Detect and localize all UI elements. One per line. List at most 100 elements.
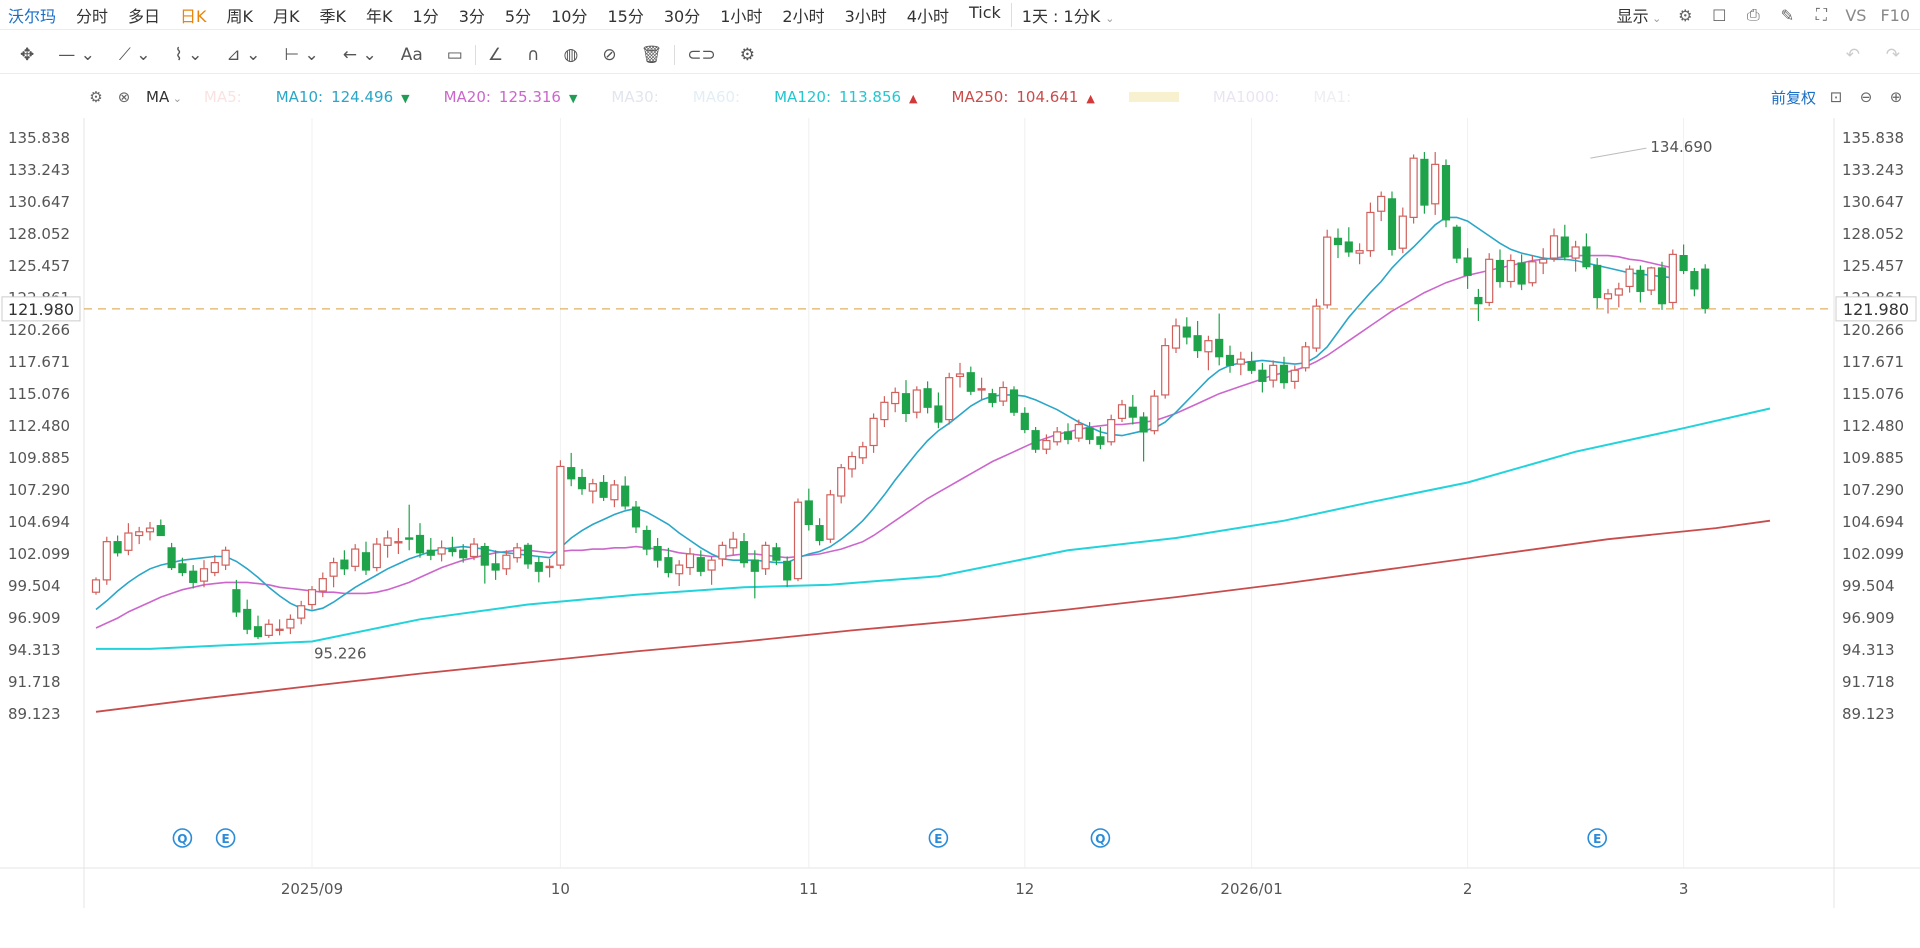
ma-item[interactable]: MA20: 125.316 ▼ bbox=[444, 88, 578, 106]
wave-tool-icon[interactable]: ⌇ ⌄ bbox=[162, 45, 214, 65]
close-icon[interactable]: ⊗ bbox=[114, 88, 134, 106]
ma-item[interactable]: MA30: bbox=[611, 88, 658, 106]
ma-item[interactable]: MA250: 104.641 ▲ bbox=[952, 88, 1095, 106]
candle bbox=[91, 577, 101, 595]
event-marker-letter: E bbox=[934, 832, 942, 846]
event-marker[interactable]: E bbox=[215, 828, 236, 848]
timeframe-tab[interactable]: 季K bbox=[310, 3, 357, 27]
candle bbox=[221, 546, 230, 571]
timeframe-tab[interactable]: Tick bbox=[959, 3, 1011, 27]
candle bbox=[577, 468, 587, 495]
fib-tool-icon[interactable]: ⊿ ⌄ bbox=[214, 45, 272, 65]
candle-body bbox=[361, 552, 371, 571]
event-marker[interactable]: Q bbox=[1090, 828, 1111, 848]
ma-item[interactable]: MA10: 124.496 ▼ bbox=[276, 88, 410, 106]
candle bbox=[253, 615, 263, 640]
x-tick-label: 12 bbox=[1015, 880, 1034, 898]
ma-selector[interactable]: MA ⌄ bbox=[146, 88, 182, 106]
candle-body bbox=[804, 500, 813, 526]
timeframe-tab[interactable]: 1小时 bbox=[710, 3, 772, 27]
timeframe-tab[interactable]: 年K bbox=[356, 3, 403, 27]
gear-icon[interactable]: ⚙ bbox=[1675, 6, 1695, 25]
timeframe-tab[interactable]: 月K bbox=[263, 3, 310, 27]
candle-body bbox=[1387, 198, 1397, 251]
candlestick-chart[interactable]: 135.838 135.838 133.243 133.243 130.647 130.6… bbox=[0, 118, 1920, 948]
angle-icon[interactable]: ∠ bbox=[474, 44, 515, 65]
stock-name[interactable]: 沃尔玛 bbox=[0, 3, 66, 27]
candle bbox=[437, 540, 446, 562]
timeframe-tab[interactable]: 周K bbox=[217, 3, 264, 27]
range-selector[interactable]: 1天 : 1分K ⌄ bbox=[1010, 2, 1125, 27]
zoom-in-icon[interactable]: ⊕ bbox=[1886, 88, 1906, 106]
lock-icon[interactable]: ◍ bbox=[552, 45, 591, 65]
candle bbox=[1485, 253, 1494, 307]
candle-body bbox=[988, 393, 997, 403]
timeframe-tab[interactable]: 5分 bbox=[495, 3, 541, 27]
hide-icon[interactable]: ⊘ bbox=[590, 45, 628, 65]
gear-icon[interactable]: ⚙ bbox=[86, 88, 106, 106]
redo-icon[interactable]: ↷ bbox=[1886, 45, 1900, 65]
adjust-mode-button[interactable]: 前复权 bbox=[1771, 87, 1816, 108]
f10-button[interactable]: F10 bbox=[1880, 6, 1910, 25]
candle-body bbox=[1495, 259, 1505, 283]
candle-body bbox=[739, 541, 749, 564]
comment-icon[interactable]: ▭ bbox=[435, 45, 475, 65]
timeframe-tab[interactable]: 3小时 bbox=[835, 3, 897, 27]
layout-icon[interactable]: ☐ bbox=[1709, 6, 1729, 25]
move-icon[interactable]: ✥ bbox=[0, 45, 46, 65]
settings-icon[interactable]: ⚙ bbox=[728, 45, 767, 65]
candle-body bbox=[610, 484, 619, 501]
candle bbox=[199, 560, 209, 588]
magnet-icon[interactable]: ∩ bbox=[515, 45, 551, 65]
ma-item[interactable]: MA120: 113.856 ▲ bbox=[774, 88, 917, 106]
link-icon[interactable]: ⊂⊃ bbox=[674, 44, 728, 65]
timeframe-tab[interactable]: 4小时 bbox=[897, 3, 959, 27]
timeframe-tab[interactable]: 1分 bbox=[403, 3, 449, 27]
timeframe-tab[interactable]: 日K bbox=[170, 3, 217, 27]
event-marker[interactable]: E bbox=[1587, 828, 1607, 848]
measure-tool-icon[interactable]: ⊢ ⌄ bbox=[272, 45, 330, 65]
timeframe-tab[interactable]: 10分 bbox=[541, 3, 597, 27]
display-label: 显示 bbox=[1616, 7, 1649, 26]
candle-body bbox=[124, 532, 133, 551]
collapse-icon[interactable]: ⊡ bbox=[1826, 88, 1846, 106]
timeframe-tab[interactable]: 多日 bbox=[118, 3, 170, 27]
event-marker[interactable]: E bbox=[928, 828, 949, 848]
timeframe-tab[interactable]: 2小时 bbox=[772, 3, 834, 27]
text-tool-icon[interactable]: Aa bbox=[389, 45, 435, 65]
y-tick-label-right: 102.099 bbox=[1842, 545, 1904, 563]
timeframe-tab[interactable]: 15分 bbox=[597, 3, 653, 27]
y-tick-label-left: 91.718 bbox=[8, 673, 61, 691]
fullscreen-icon[interactable]: ⛶ bbox=[1811, 5, 1831, 25]
range-selector-label: 1天 : 1分K bbox=[1021, 6, 1101, 26]
ma-item[interactable]: MA60: bbox=[693, 88, 740, 106]
pencil-icon[interactable]: ✎ bbox=[1777, 6, 1797, 25]
timeframe-tab[interactable]: 分时 bbox=[66, 3, 118, 27]
candle-body bbox=[945, 377, 954, 421]
ma-item[interactable]: MA1000: bbox=[1213, 88, 1279, 106]
ma-list: MA5: MA10: 124.496 ▼ MA20: 125.316 ▼ MA30: MA60:… bbox=[204, 88, 1385, 106]
candle bbox=[1571, 240, 1580, 272]
trash-icon[interactable]: 🗑 bbox=[629, 45, 675, 65]
vs-button[interactable]: VS bbox=[1845, 6, 1866, 25]
arrow-tool-icon[interactable]: ← ⌄ bbox=[331, 45, 389, 65]
ray-tool-icon[interactable]: ⟋ ⌄ bbox=[107, 45, 163, 65]
ma-item[interactable]: MA1: bbox=[1313, 88, 1351, 106]
ma-item[interactable]: MA5: bbox=[204, 88, 242, 106]
display-dropdown[interactable]: 显示 ⌄ bbox=[1617, 3, 1662, 27]
line-tool-icon[interactable]: — ⌄ bbox=[46, 45, 107, 65]
candle-body bbox=[1528, 261, 1537, 284]
zoom-out-icon[interactable]: ⊖ bbox=[1856, 88, 1876, 106]
ma-right-controls: 前复权 ⊡ ⊖ ⊕ bbox=[1771, 87, 1906, 108]
camera-icon[interactable]: ⎙ bbox=[1743, 5, 1763, 25]
y-tick-label-right: 104.694 bbox=[1842, 513, 1904, 531]
undo-icon[interactable]: ↶ bbox=[1846, 45, 1860, 65]
timeframe-tab[interactable]: 3分 bbox=[449, 3, 495, 27]
event-marker[interactable]: Q bbox=[172, 828, 193, 848]
candle bbox=[675, 560, 684, 587]
candle-body bbox=[1398, 215, 1407, 249]
timeframe-tab[interactable]: 30分 bbox=[654, 3, 710, 27]
candle bbox=[1398, 207, 1407, 254]
candle bbox=[664, 547, 673, 578]
ma-item[interactable] bbox=[1128, 88, 1179, 106]
